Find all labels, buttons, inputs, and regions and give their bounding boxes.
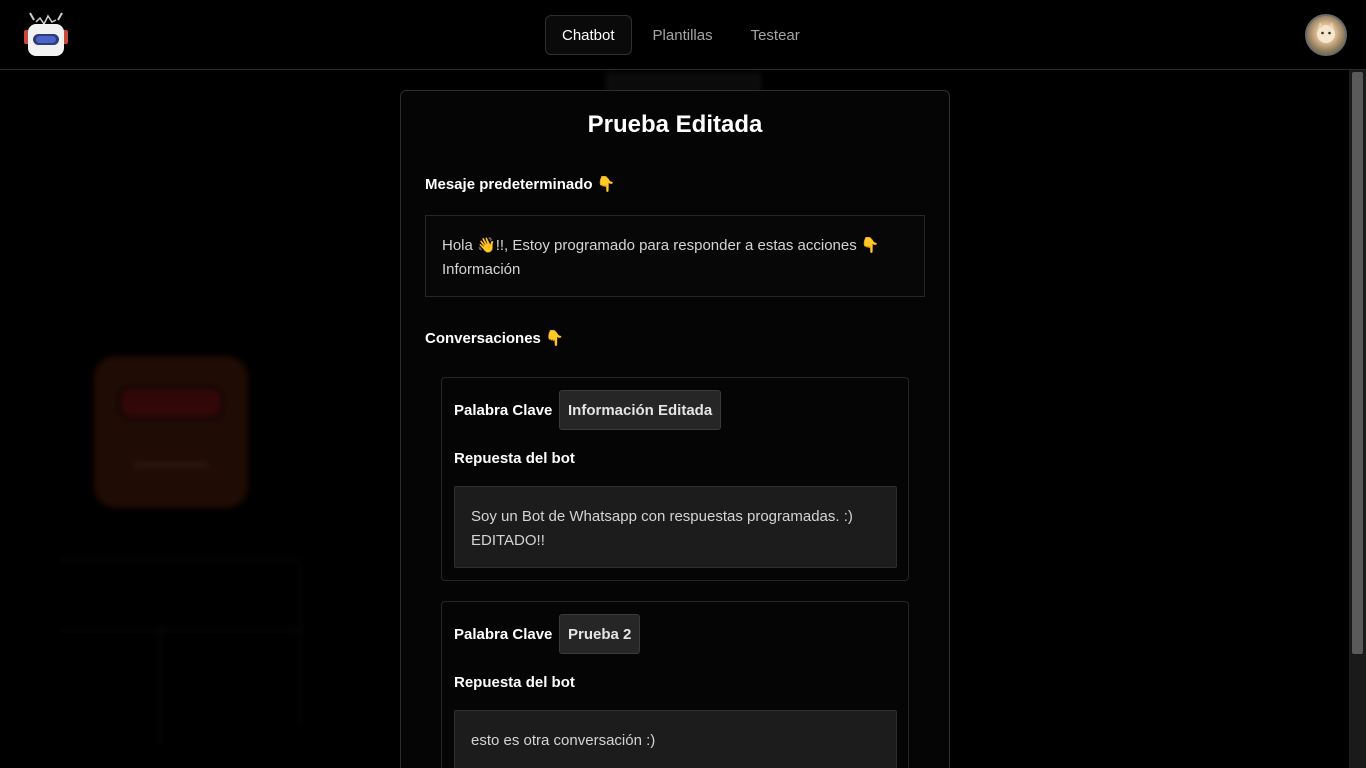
response-line1: esto es otra conversación :) (471, 732, 656, 749)
default-message-line2: Información (442, 261, 521, 278)
tab-chatbot[interactable]: Chatbot (545, 15, 632, 55)
page-title: Prueba Editada (587, 111, 763, 138)
keyword-value[interactable]: Prueba 2 (559, 614, 641, 654)
response-line1: Soy un Bot de Whatsapp con respuestas pr… (471, 508, 853, 525)
chatbot-detail-card: Prueba Editada Mesaje predeterminado 👇 H… (400, 90, 950, 768)
tab-plantillas[interactable]: Plantillas (636, 15, 730, 55)
robot-logo-icon[interactable] (20, 12, 72, 58)
default-message-heading: Mesaje predeterminado 👇 (425, 175, 616, 193)
keyword-label: Palabra Clave (454, 402, 553, 419)
top-navbar: Chatbot Plantillas Testear (0, 0, 1366, 70)
conversations-heading: Conversaciones 👇 (425, 329, 564, 347)
conversation-item: Palabra Clave Información Editada Repues… (441, 377, 909, 581)
main-nav: Chatbot Plantillas Testear (545, 15, 817, 55)
background-thumbnail (94, 356, 248, 508)
response-line2: EDITADO!! (471, 532, 545, 549)
user-avatar[interactable] (1305, 14, 1347, 56)
default-message-box: Hola 👋!!, Estoy programado para responde… (425, 215, 925, 297)
pointing-down-icon: 👇 (596, 175, 616, 193)
pointing-down-icon: 👇 (545, 329, 564, 347)
response-label: Repuesta del bot (454, 674, 575, 691)
keyword-value[interactable]: Información Editada (559, 390, 722, 430)
keyword-label: Palabra Clave (454, 626, 553, 643)
response-label: Repuesta del bot (454, 450, 575, 467)
conversation-item: Palabra Clave Prueba 2 Repuesta del bot … (441, 601, 909, 768)
response-box[interactable]: esto es otra conversación :) (454, 710, 897, 768)
scrollbar-thumb[interactable] (1352, 72, 1363, 654)
tab-testear[interactable]: Testear (734, 15, 817, 55)
response-box[interactable]: Soy un Bot de Whatsapp con respuestas pr… (454, 486, 897, 568)
vertical-scrollbar[interactable] (1349, 70, 1366, 768)
default-message-line1: Hola 👋!!, Estoy programado para responde… (442, 237, 880, 254)
